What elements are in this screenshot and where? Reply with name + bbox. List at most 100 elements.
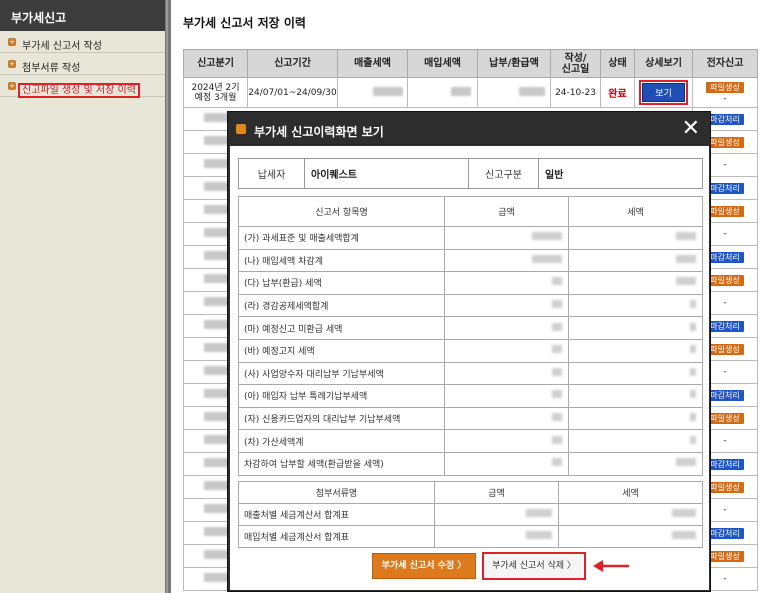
- blurred-tax: [690, 322, 696, 331]
- period-cell: 24/07/01~24/09/30: [247, 77, 338, 108]
- close-process-button[interactable]: 마감처리: [706, 182, 744, 194]
- list-item: 매입처별 세금계산서 합계표: [238, 525, 703, 548]
- col-header: 작성/ 신고일: [550, 49, 601, 78]
- item-amount: [444, 384, 569, 408]
- col-header: 금액: [434, 481, 559, 504]
- blurred-tax: [690, 435, 696, 444]
- report-type-value: 일반: [538, 158, 703, 189]
- view-cell: 보기: [634, 77, 693, 108]
- plus-icon: +: [8, 38, 16, 46]
- blurred-tax: [690, 300, 696, 309]
- item-tax: [568, 451, 703, 476]
- col-header: 매입세액: [407, 49, 478, 78]
- item-amount: [444, 406, 569, 431]
- list-item: (아) 매입자 납부 특례기납부세액: [238, 384, 703, 408]
- item-name: (가) 과세표준 및 매출세액합계: [238, 226, 445, 250]
- sidebar-item-label: 부가세 신고서 작성: [22, 41, 102, 52]
- sales-tax-cell: [337, 77, 408, 108]
- dash-text: -: [723, 298, 727, 308]
- history-modal: 부가세 신고이력화면 보기 ✕ 납세자 아이퀘스트 신고구분 일반 신고서 항목…: [227, 111, 711, 592]
- list-item: 차감하여 납부할 세액(환급받을 세액): [238, 451, 703, 476]
- purchase-tax-cell: [407, 77, 478, 108]
- dash-text: -: [723, 94, 727, 104]
- item-amount: [444, 226, 569, 250]
- blurred-tax: [676, 232, 696, 241]
- plus-icon: +: [8, 60, 16, 68]
- file-create-button[interactable]: 파일생성: [706, 136, 744, 148]
- blurred-tax: [690, 413, 696, 422]
- item-amount: [444, 429, 569, 453]
- file-create-button[interactable]: 파일생성: [706, 481, 744, 493]
- close-process-button[interactable]: 마감처리: [706, 113, 744, 125]
- sidebar-item-attachments-write[interactable]: + 첨부서류 작성: [0, 53, 165, 75]
- col-header: 첨부서류명: [238, 481, 435, 504]
- close-process-button[interactable]: 마감처리: [706, 458, 744, 470]
- file-create-button[interactable]: 파일생성: [706, 343, 744, 355]
- item-name: (사) 사업양수자 대리납부 기납부세액: [238, 361, 445, 386]
- col-header: 납부/환급액: [477, 49, 551, 78]
- attachment-amount: [434, 525, 559, 548]
- close-process-button[interactable]: 마감처리: [706, 527, 744, 539]
- blurred-amount: [532, 254, 562, 263]
- report-items-table: 신고서 항목명 금액 세액 (가) 과세표준 및 매출세액합계 (나) 매입세액 …: [238, 196, 703, 476]
- item-name: (바) 예정고지 세액: [238, 338, 445, 363]
- view-button[interactable]: 보기: [639, 80, 688, 105]
- blurred-amount: [552, 390, 562, 399]
- item-tax: [568, 361, 703, 386]
- blurred-amount: [526, 531, 552, 539]
- item-name: (라) 경감공제세액합계: [238, 293, 445, 318]
- item-amount: [444, 316, 569, 340]
- list-item: (차) 가산세액계: [238, 429, 703, 453]
- close-process-button[interactable]: 마감처리: [706, 251, 744, 263]
- edit-report-button[interactable]: 부가세 신고서 수정 〉: [372, 553, 476, 579]
- file-create-button[interactable]: 파일생성: [706, 205, 744, 217]
- blurred-tax: [676, 254, 696, 263]
- col-header: 세액: [558, 481, 703, 504]
- taxpayer-value: 아이퀘스트: [304, 158, 469, 189]
- attachment-amount: [434, 503, 559, 526]
- blurred-amount: [532, 232, 562, 241]
- sidebar-item-vat-report-write[interactable]: + 부가세 신고서 작성: [0, 31, 165, 53]
- item-tax: [568, 406, 703, 431]
- close-icon[interactable]: ✕: [682, 118, 700, 140]
- taxpayer-label: 납세자: [238, 158, 305, 189]
- item-name: (나) 매입세액 차감계: [238, 248, 445, 273]
- file-create-button[interactable]: 파일생성: [706, 550, 744, 562]
- item-amount: [444, 361, 569, 386]
- blurred-tax: [690, 345, 696, 354]
- list-item: (라) 경감공제세액합계: [238, 293, 703, 318]
- blurred-tax: [676, 458, 696, 467]
- file-create-button[interactable]: 파일생성: [706, 412, 744, 424]
- report-type-label: 신고구분: [468, 158, 539, 189]
- blurred-amount: [552, 277, 562, 286]
- efile-cell: 파일생성 -: [692, 77, 758, 108]
- quarter-cell: 2024년 2기 예정 3개월: [183, 77, 248, 108]
- item-amount: [444, 293, 569, 318]
- item-name: (차) 가산세액계: [238, 429, 445, 453]
- dash-text: -: [723, 436, 727, 446]
- file-create-button[interactable]: 파일생성: [706, 274, 744, 286]
- list-item: (바) 예정고지 세액: [238, 338, 703, 363]
- attachment-tax: [558, 525, 703, 548]
- sidebar-item-file-history[interactable]: + 신고파일 생성 및 저장 이력: [0, 75, 165, 98]
- item-name: (다) 납부(환급) 세액: [238, 271, 445, 295]
- taxpayer-info-table: 납세자 아이퀘스트 신고구분 일반: [238, 158, 703, 189]
- blurred-tax: [690, 367, 696, 376]
- modal-title: 부가세 신고이력화면 보기: [254, 125, 384, 139]
- close-process-button[interactable]: 마감처리: [706, 320, 744, 332]
- item-amount: [444, 451, 569, 476]
- blurred-tax: [690, 390, 696, 399]
- close-process-button[interactable]: 마감처리: [706, 389, 744, 401]
- blurred-tax: [672, 531, 696, 539]
- dash-text: -: [723, 229, 727, 239]
- delete-report-button[interactable]: 부가세 신고서 삭제 〉: [482, 552, 586, 580]
- item-tax: [568, 429, 703, 453]
- file-create-button[interactable]: 파일생성: [706, 82, 744, 93]
- list-item: (가) 과세표준 및 매출세액합계: [238, 226, 703, 250]
- arrow-left-icon: [593, 560, 629, 572]
- blurred-amount: [526, 509, 552, 517]
- blurred-amount: [552, 413, 562, 422]
- dash-text: -: [723, 505, 727, 515]
- table-row: 2024년 2기 예정 3개월 24/07/01~24/09/30 24-10-…: [183, 77, 758, 108]
- item-name: (아) 매입자 납부 특례기납부세액: [238, 384, 445, 408]
